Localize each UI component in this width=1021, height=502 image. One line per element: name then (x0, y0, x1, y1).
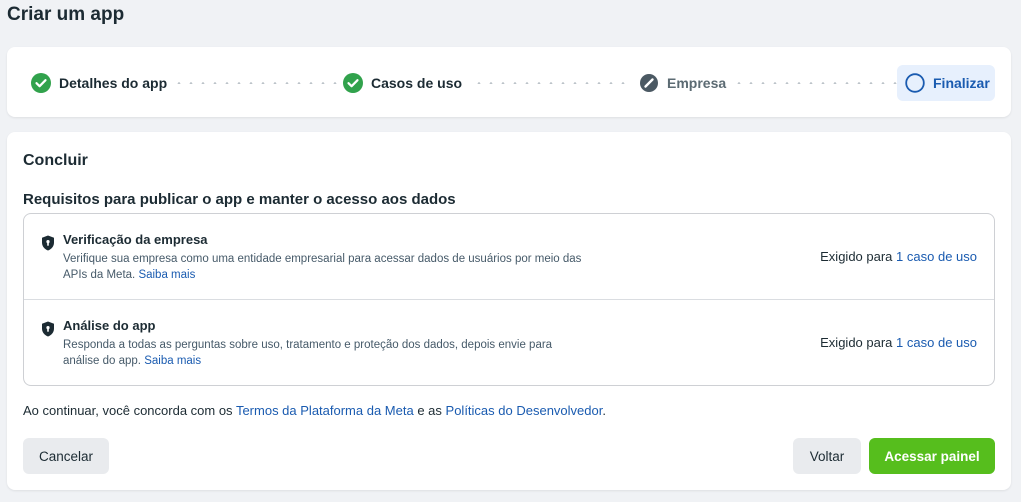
requirement-required-for: Exigido para 1 caso de uso (820, 335, 977, 350)
requirement-description: Verifique sua empresa como uma entidade … (63, 251, 583, 283)
section-title: Concluir (23, 152, 88, 169)
terms-prefix: Ao continuar, você concorda com os (23, 403, 233, 418)
requirement-title: Verificação da empresa (63, 232, 208, 247)
use-case-link[interactable]: 1 caso de uso (896, 249, 977, 264)
shield-icon (41, 321, 55, 337)
slash-circle-icon (639, 73, 659, 93)
step-app-details[interactable]: Detalhes do app (23, 65, 175, 101)
requirement-title: Análise do app (63, 318, 156, 333)
check-circle-icon (343, 73, 363, 93)
finalize-card: Concluir Requisitos para publicar o app … (7, 132, 1011, 490)
back-button[interactable]: Voltar (793, 438, 861, 474)
step-connector (173, 82, 341, 84)
required-for-label: Exigido para (820, 335, 893, 350)
step-connector (473, 82, 633, 84)
learn-more-link[interactable]: Saiba mais (144, 355, 201, 367)
step-connector (733, 82, 897, 84)
requirements-list: Verificação da empresa Verifique sua emp… (23, 213, 995, 386)
shield-icon (41, 235, 55, 251)
required-for-label: Exigido para (820, 249, 893, 264)
learn-more-link[interactable]: Saiba mais (138, 269, 195, 281)
step-use-cases[interactable]: Casos de uso (335, 65, 470, 101)
step-label: Casos de uso (371, 75, 463, 91)
go-to-dashboard-button[interactable]: Acessar painel (869, 438, 995, 474)
requirements-title: Requisitos para publicar o app e manter … (23, 191, 456, 208)
terms-middle: e as (417, 403, 442, 418)
requirement-business-verification: Verificação da empresa Verifique sua emp… (24, 214, 994, 300)
check-circle-icon (31, 73, 51, 93)
platform-terms-link[interactable]: Termos da Plataforma da Meta (236, 403, 414, 418)
step-finalize[interactable]: Finalizar (897, 65, 995, 101)
empty-circle-icon (905, 73, 925, 93)
use-case-link[interactable]: 1 caso de uso (896, 335, 977, 350)
stepper: Detalhes do app Casos de uso Empresa Fin… (7, 47, 1011, 117)
requirement-description: Responda a todas as perguntas sobre uso,… (63, 337, 583, 369)
requirement-description-text: Responda a todas as perguntas sobre uso,… (63, 339, 553, 367)
page-title: Criar um app (7, 4, 125, 25)
step-label: Detalhes do app (59, 75, 168, 91)
step-business[interactable]: Empresa (631, 65, 734, 101)
requirement-app-review: Análise do app Responda a todas as pergu… (24, 300, 994, 386)
requirement-required-for: Exigido para 1 caso de uso (820, 249, 977, 264)
step-label: Finalizar (933, 75, 990, 91)
developer-policies-link[interactable]: Políticas do Desenvolvedor (446, 403, 603, 418)
step-label: Empresa (667, 75, 727, 91)
terms-notice: Ao continuar, você concorda com os Termo… (23, 403, 606, 418)
cancel-button[interactable]: Cancelar (23, 438, 109, 474)
terms-suffix: . (602, 403, 606, 418)
